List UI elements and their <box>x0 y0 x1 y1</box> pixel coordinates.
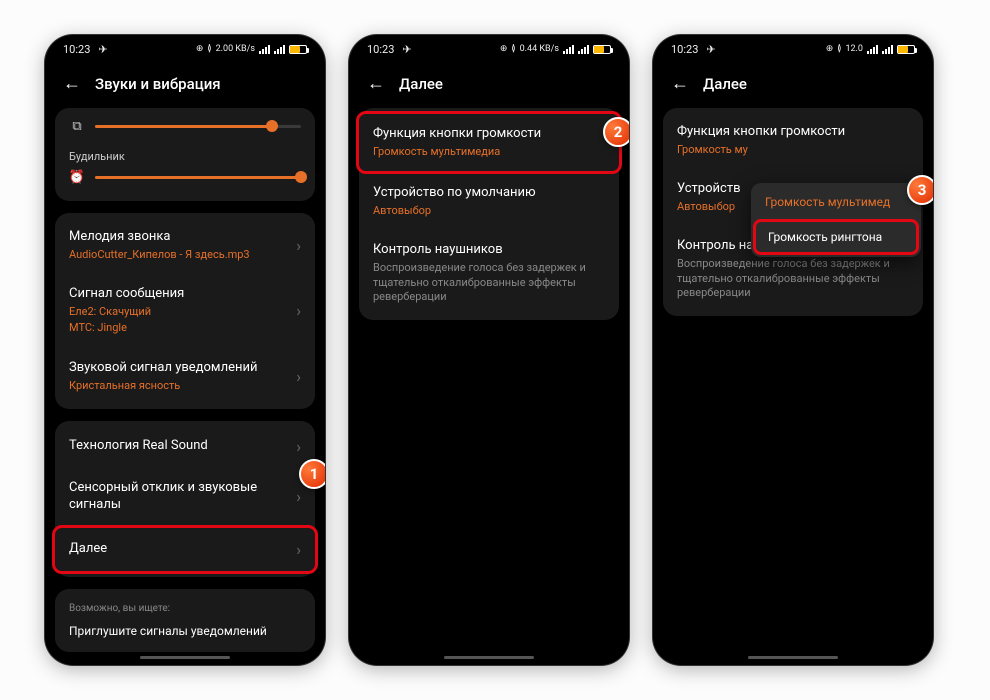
status-icons: ⊕ ≬ 0.44 KB/s <box>500 44 611 54</box>
status-time: 10:23 <box>367 43 394 56</box>
signal-icon-2 <box>882 45 893 54</box>
row-sub: Кристальная ясность <box>69 379 296 393</box>
search-item: Приглушите сигналы уведомлений <box>69 624 301 638</box>
telegram-icon: ✈ <box>98 43 107 56</box>
bluetooth-icon: ≬ <box>837 44 841 54</box>
chevron-right-icon: › <box>296 367 301 386</box>
screen-title: Далее <box>703 75 747 93</box>
row-title: Мелодия звонка <box>69 229 296 246</box>
row-sub-2: МТС: Jingle <box>69 321 296 335</box>
chevron-right-icon: › <box>296 301 301 320</box>
popup-option-multimedia[interactable]: Громкость мультимед <box>751 185 921 219</box>
extra-card: Технология Real Sound › Сенсорный отклик… <box>55 421 315 577</box>
row-sub: Воспроизведение голоса без задержек и тщ… <box>373 261 605 304</box>
telegram-icon: ✈ <box>402 43 411 56</box>
home-indicator[interactable] <box>444 656 534 659</box>
battery-icon <box>593 45 611 54</box>
volume-function-popup: Громкость мультимед Громкость рингтона <box>751 183 921 257</box>
home-indicator[interactable] <box>748 656 838 659</box>
volume-sliders-card: ⧉ Будильник ⏰ <box>55 108 315 201</box>
row-sub: Автовыбор <box>373 204 605 218</box>
message-sound-row[interactable]: Сигнал сообщения Еле2: Скачущий МТС: Jin… <box>55 274 315 347</box>
bluetooth-icon: ≬ <box>207 44 211 54</box>
volume-button-function-row[interactable]: Функция кнопки громкости Громкость му <box>663 112 923 169</box>
back-icon[interactable]: ← <box>63 73 81 94</box>
screen-header: ← Звуки и вибрация <box>45 63 325 108</box>
phone-screen-2: 10:23 ✈ ⊕ ≬ 0.44 KB/s ← Далее Функция кн… <box>349 35 629 665</box>
row-title: Сигнал сообщения <box>69 286 296 303</box>
signal-icon <box>867 45 878 54</box>
volume-button-function-row[interactable]: Функция кнопки громкости Громкость мульт… <box>356 111 622 174</box>
chevron-right-icon: › <box>296 540 301 559</box>
alarm-icon: ⏰ <box>69 169 85 185</box>
signal-icon <box>563 45 574 54</box>
row-title: Устройство по умолчанию <box>373 185 605 202</box>
row-sub: Громкость му <box>677 143 909 157</box>
more-settings-card: Функция кнопки громкости Громкость мульт… <box>359 108 619 320</box>
realsound-row[interactable]: Технология Real Sound › <box>55 425 315 468</box>
home-indicator[interactable] <box>140 656 230 659</box>
notification-sound-row[interactable]: Звуковой сигнал уведомлений Кристальная … <box>55 348 315 405</box>
media-icon: ⧉ <box>69 118 85 134</box>
row-sub: Воспроизведение голоса без задержек и тщ… <box>677 257 909 300</box>
battery-icon <box>289 45 307 54</box>
search-suggestion-card[interactable]: Возможно, вы ищете: Приглушите сигналы у… <box>55 589 315 652</box>
status-icons: ⊕ ≬ 2.00 KB/s <box>196 44 307 54</box>
back-icon[interactable]: ← <box>367 73 385 94</box>
chevron-right-icon: › <box>296 437 301 456</box>
chevron-right-icon: › <box>296 236 301 255</box>
status-icons: ⊕ ≬ 12.0 <box>826 44 915 54</box>
alarm-label: Будильник <box>55 146 315 163</box>
back-icon[interactable]: ← <box>671 73 689 94</box>
signal-icon-2 <box>578 45 589 54</box>
sounds-card: Мелодия звонка AudioCutter_Кипелов - Я з… <box>55 213 315 409</box>
screen-header: ← Далее <box>349 63 629 108</box>
row-title: Далее <box>69 541 296 558</box>
popup-option-ringtone[interactable]: Громкость рингтона <box>753 219 919 255</box>
hotspot-icon: ⊕ <box>826 44 834 54</box>
row-title: Контроль наушников <box>373 242 605 259</box>
step-badge-3: 3 <box>907 175 933 205</box>
search-hint: Возможно, вы ищете: <box>69 603 301 614</box>
net-speed: 12.0 <box>845 44 863 54</box>
row-title: Функция кнопки громкости <box>373 126 605 143</box>
battery-icon <box>897 45 915 54</box>
screen-title: Далее <box>399 75 443 93</box>
signal-icon <box>259 45 270 54</box>
row-title: Технология Real Sound <box>69 438 296 455</box>
ringtone-row[interactable]: Мелодия звонка AudioCutter_Кипелов - Я з… <box>55 217 315 274</box>
alarm-slider-row[interactable]: ⏰ <box>55 163 315 197</box>
chevron-right-icon: › <box>296 487 301 506</box>
more-row[interactable]: Далее › <box>52 525 318 574</box>
default-device-row[interactable]: Устройство по умолчанию Автовыбор <box>359 173 619 230</box>
phone-screen-3: 10:23 ✈ ⊕ ≬ 12.0 ← Далее Функция кнопки … <box>653 35 933 665</box>
row-sub: AudioCutter_Кипелов - Я здесь.mp3 <box>69 248 296 262</box>
status-bar: 10:23 ✈ ⊕ ≬ 2.00 KB/s <box>45 35 325 63</box>
status-time: 10:23 <box>63 43 90 56</box>
phone-screen-1: 10:23 ✈ ⊕ ≬ 2.00 KB/s ← Звуки и вибрация… <box>45 35 325 665</box>
signal-icon-2 <box>274 45 285 54</box>
row-title: Функция кнопки громкости <box>677 124 909 141</box>
row-title: Звуковой сигнал уведомлений <box>69 360 296 377</box>
hotspot-icon: ⊕ <box>196 44 204 54</box>
headphone-control-row[interactable]: Контроль наушников Воспроизведение голос… <box>359 230 619 316</box>
row-title: Сенсорный отклик и звуковые сигналы <box>69 480 296 514</box>
media-slider-row[interactable]: ⧉ <box>55 112 315 146</box>
bluetooth-icon: ≬ <box>511 44 515 54</box>
status-bar: 10:23 ✈ ⊕ ≬ 0.44 KB/s <box>349 35 629 63</box>
screen-header: ← Далее <box>653 63 933 108</box>
touch-feedback-row[interactable]: Сенсорный отклик и звуковые сигналы › <box>55 468 315 526</box>
hotspot-icon: ⊕ <box>500 44 508 54</box>
net-speed: 0.44 KB/s <box>520 44 559 54</box>
status-bar: 10:23 ✈ ⊕ ≬ 12.0 <box>653 35 933 63</box>
screen-title: Звуки и вибрация <box>95 75 221 93</box>
step-badge-2: 2 <box>603 117 629 147</box>
net-speed: 2.00 KB/s <box>216 44 255 54</box>
row-sub: Громкость мультимедиа <box>373 145 605 159</box>
status-time: 10:23 <box>671 43 698 56</box>
row-sub: Еле2: Скачущий <box>69 305 296 319</box>
telegram-icon: ✈ <box>706 43 715 56</box>
step-badge-1: 1 <box>299 459 325 489</box>
